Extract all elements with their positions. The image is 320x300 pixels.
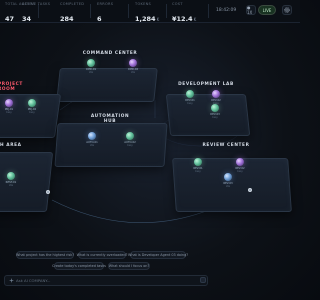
suggestion-text: What should I focus on? [108, 264, 150, 268]
agent-auto-b[interactable]: AUTO-02 busy [122, 132, 138, 147]
suggestion-chip[interactable]: Create today's completed tasks [52, 262, 106, 270]
agent-status: idle [8, 184, 14, 187]
agent-status: busy [6, 111, 12, 114]
route-node [248, 188, 252, 192]
agent-status: idle [89, 144, 95, 147]
agent-status: busy [127, 144, 133, 147]
send-button[interactable] [200, 277, 206, 283]
suggestion-chip[interactable]: What should I focus on? [108, 262, 150, 270]
ask-input[interactable]: Ask AI COMPANY... [4, 275, 208, 286]
agent-rest-a[interactable]: REST-01 idle [3, 172, 19, 187]
agent-dev-c[interactable]: DEV-03 busy [207, 104, 223, 119]
agent-orb [194, 158, 202, 166]
agent-review-b[interactable]: REV-02 busy [232, 158, 248, 173]
agent-status: busy [187, 102, 193, 105]
room-title: COMMAND CENTER [82, 51, 138, 56]
agent-orb [212, 90, 220, 98]
agent-auto-a[interactable]: AUTO-01 idle [84, 132, 100, 147]
agent-review-c[interactable]: REV-03 idle [220, 173, 236, 188]
room-title: DEVELOPMENT LAB [178, 82, 234, 87]
agent-status: busy [195, 170, 201, 173]
suggestion-chip[interactable]: What is Developer Agent 03 doing? [127, 251, 189, 259]
suggestion-text: Create today's completed tasks [52, 264, 106, 268]
room-title: H AREA [0, 143, 22, 148]
agent-dev-a[interactable]: DEV-01 busy [182, 90, 198, 105]
agent-orb [126, 132, 134, 140]
agent-orb [5, 99, 13, 107]
agent-orb [211, 104, 219, 112]
suggestion-chip[interactable]: What is currently overloaded? [76, 251, 128, 259]
suggestion-text: What is currently overloaded? [76, 253, 128, 257]
agent-status: idle [88, 71, 94, 74]
agent-orb [129, 59, 137, 67]
suggestion-text: What project has the highest risk? [15, 253, 75, 257]
agent-status: busy [29, 111, 35, 114]
agent-status: idle [225, 185, 231, 188]
room-title: PROJECT ROOM [0, 82, 23, 92]
command-center-room[interactable] [56, 68, 158, 102]
route-node [46, 190, 50, 194]
suggestion-text: What is Developer Agent 03 doing? [127, 253, 189, 257]
agent-command-a[interactable]: CMD-01 idle [83, 59, 99, 74]
automation-hub-room[interactable] [54, 123, 168, 167]
agent-project-a[interactable]: PRJ-01 busy [1, 99, 17, 114]
agent-review-a[interactable]: REV-01 busy [190, 158, 206, 173]
suggestion-chip[interactable]: What project has the highest risk? [16, 251, 74, 259]
agent-orb [87, 59, 95, 67]
agent-orb [186, 90, 194, 98]
agent-status: idle [130, 71, 136, 74]
room-title: AUTOMATION HUB [90, 114, 130, 124]
agent-orb [236, 158, 244, 166]
agent-project-b[interactable]: PRJ-02 busy [24, 99, 40, 114]
agent-orb [224, 173, 232, 181]
agent-dev-b[interactable]: DEV-02 busy [208, 90, 224, 105]
sparkle-icon [9, 278, 14, 283]
agent-orb [28, 99, 36, 107]
agent-orb [88, 132, 96, 140]
agent-status: busy [212, 116, 218, 119]
ask-input-placeholder: Ask AI COMPANY... [16, 278, 51, 283]
room-title: REVIEW CENTER [202, 143, 250, 148]
agent-command-b[interactable]: CMD-02 idle [125, 59, 141, 74]
agent-orb [7, 172, 15, 180]
